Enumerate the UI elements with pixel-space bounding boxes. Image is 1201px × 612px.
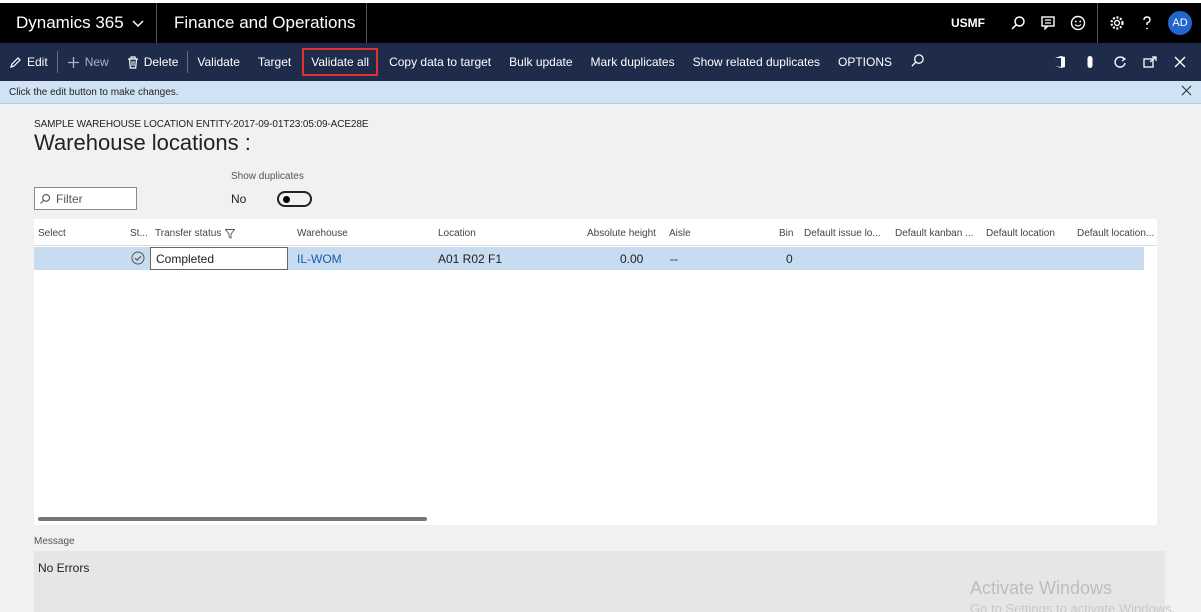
- chevron-down-icon: [132, 16, 144, 31]
- toggle-knob: [283, 196, 290, 203]
- info-banner: Click the edit button to make changes.: [0, 81, 1201, 104]
- edit-button[interactable]: Edit: [0, 43, 57, 81]
- search-icon[interactable]: [1003, 3, 1033, 43]
- avatar[interactable]: AD: [1168, 11, 1192, 35]
- filter-input[interactable]: Filter: [34, 187, 137, 210]
- search-icon: [910, 53, 925, 71]
- location-cell[interactable]: A01 R02 F1: [438, 252, 502, 266]
- refresh-icon[interactable]: [1105, 43, 1135, 81]
- validate-button[interactable]: Validate: [188, 43, 248, 81]
- divider: [1097, 3, 1098, 43]
- copy-data-to-target-button[interactable]: Copy data to target: [380, 43, 500, 81]
- data-grid: Select St... Transfer status Warehouse L…: [34, 219, 1157, 525]
- show-duplicates-value: No: [231, 192, 247, 206]
- search-icon: [39, 193, 51, 205]
- absolute-height-cell[interactable]: 0.00: [620, 252, 643, 266]
- column-header-status[interactable]: St...: [130, 228, 148, 239]
- smiley-feedback-icon[interactable]: [1063, 3, 1093, 43]
- column-header-aisle[interactable]: Aisle: [669, 228, 691, 239]
- show-duplicates-label: Show duplicates: [231, 171, 304, 182]
- mark-duplicates-button[interactable]: Mark duplicates: [582, 43, 684, 81]
- delete-label: Delete: [143, 55, 179, 69]
- brand-label: Dynamics 365: [16, 13, 124, 32]
- column-header-default-location[interactable]: Default location: [986, 228, 1055, 239]
- module-title[interactable]: Finance and Operations: [157, 3, 367, 43]
- action-pane-right: [1045, 43, 1195, 81]
- column-header-absolute-height[interactable]: Absolute height: [587, 228, 656, 239]
- bin-cell[interactable]: 0: [786, 252, 793, 266]
- gear-icon[interactable]: [1102, 3, 1132, 43]
- activate-windows-watermark: Activate Windows: [970, 578, 1113, 598]
- close-icon[interactable]: [1165, 43, 1195, 81]
- aisle-cell[interactable]: --: [670, 252, 678, 266]
- action-pane: Edit New Delete Validate Target Validate…: [0, 43, 1201, 81]
- trash-icon: [127, 55, 139, 69]
- options-tab[interactable]: OPTIONS: [829, 43, 901, 81]
- column-header-warehouse[interactable]: Warehouse: [297, 228, 348, 239]
- show-related-duplicates-button[interactable]: Show related duplicates: [684, 43, 829, 81]
- show-duplicates-toggle[interactable]: [277, 191, 312, 207]
- edit-label: Edit: [27, 55, 48, 69]
- column-header-location[interactable]: Location: [438, 228, 476, 239]
- message-label: Message: [34, 536, 75, 547]
- message-icon[interactable]: [1033, 3, 1063, 43]
- transfer-status-header-label: Transfer status: [155, 228, 222, 239]
- open-new-window-icon[interactable]: [1135, 43, 1165, 81]
- plus-icon: [67, 56, 80, 69]
- top-right-controls: USMF AD: [951, 3, 1201, 43]
- activate-windows-subtext: Go to Settings to activate Windows.: [970, 601, 1176, 612]
- row-status-icon: [131, 251, 145, 268]
- table-row[interactable]: Completed IL-WOM A01 R02 F1 0.00 -- 0: [34, 247, 1144, 270]
- filter-placeholder: Filter: [56, 191, 83, 206]
- attachment-icon[interactable]: [1075, 43, 1105, 81]
- column-header-transfer-status[interactable]: Transfer status: [155, 228, 236, 239]
- page-title: Warehouse locations :: [34, 130, 251, 155]
- horizontal-scrollbar[interactable]: [38, 517, 427, 521]
- bulk-update-button[interactable]: Bulk update: [500, 43, 581, 81]
- message-text: No Errors: [38, 561, 90, 575]
- help-icon[interactable]: [1132, 3, 1162, 43]
- office-icon[interactable]: [1045, 43, 1075, 81]
- banner-text: Click the edit button to make changes.: [9, 86, 179, 98]
- new-button[interactable]: New: [58, 43, 118, 81]
- app-switcher[interactable]: Dynamics 365: [0, 3, 157, 43]
- grid-header: Select St... Transfer status Warehouse L…: [34, 219, 1157, 246]
- column-header-default-kanban[interactable]: Default kanban ...: [895, 228, 973, 239]
- new-label: New: [84, 55, 109, 69]
- warehouse-cell[interactable]: IL-WOM: [297, 252, 342, 266]
- page-caption: SAMPLE WAREHOUSE LOCATION ENTITY-2017-09…: [34, 119, 369, 130]
- column-header-bin[interactable]: Bin: [779, 228, 793, 239]
- column-header-default-issue-location[interactable]: Default issue lo...: [804, 228, 881, 239]
- top-navigation-bar: Dynamics 365 Finance and Operations USMF…: [0, 0, 1201, 43]
- filter-funnel-icon: [225, 228, 236, 239]
- close-icon[interactable]: [1181, 85, 1192, 99]
- company-picker[interactable]: USMF: [951, 16, 985, 30]
- column-header-select[interactable]: Select: [38, 228, 66, 239]
- delete-button[interactable]: Delete: [118, 43, 188, 81]
- validate-all-button[interactable]: Validate all: [302, 48, 379, 76]
- target-button[interactable]: Target: [249, 43, 300, 81]
- action-search-button[interactable]: [901, 43, 934, 81]
- transfer-status-cell[interactable]: Completed: [150, 247, 288, 270]
- pencil-icon: [9, 56, 22, 69]
- column-header-default-location-2[interactable]: Default location...: [1077, 228, 1154, 239]
